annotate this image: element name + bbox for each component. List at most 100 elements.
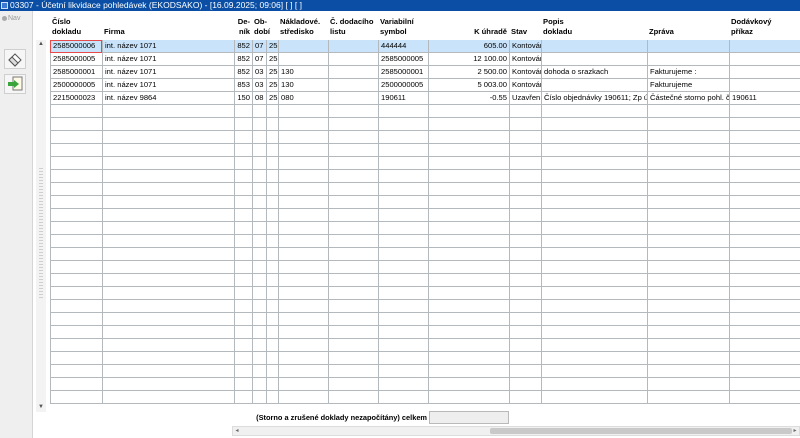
cell-ob[interactable] bbox=[252, 118, 266, 131]
cell-kuhrade[interactable] bbox=[428, 352, 509, 365]
empty-row[interactable] bbox=[50, 222, 800, 235]
cell-yr[interactable] bbox=[266, 300, 278, 313]
cell-naklad[interactable] bbox=[278, 170, 328, 183]
cell-dodavkovy[interactable] bbox=[729, 66, 800, 79]
cell-kuhrade[interactable] bbox=[428, 105, 509, 118]
cell-zprava[interactable] bbox=[647, 326, 729, 339]
cell-popis[interactable] bbox=[541, 157, 647, 170]
cell-ob[interactable] bbox=[252, 352, 266, 365]
cell-firma[interactable] bbox=[102, 209, 234, 222]
cell-popis[interactable] bbox=[541, 222, 647, 235]
cell-popis[interactable] bbox=[541, 196, 647, 209]
cell-kuhrade[interactable]: 5 003.00 bbox=[428, 79, 509, 92]
cell-ob[interactable]: 07 bbox=[252, 53, 266, 66]
cell-yr[interactable] bbox=[266, 118, 278, 131]
cell-cislo[interactable]: 2585000005 bbox=[50, 53, 102, 66]
cell-stav[interactable] bbox=[509, 352, 541, 365]
empty-row[interactable] bbox=[50, 131, 800, 144]
cell-zprava[interactable] bbox=[647, 144, 729, 157]
cell-naklad[interactable] bbox=[278, 300, 328, 313]
cell-firma[interactable] bbox=[102, 339, 234, 352]
cell-ob[interactable] bbox=[252, 235, 266, 248]
cell-denik[interactable] bbox=[234, 248, 252, 261]
cell-firma[interactable]: int. název 9864 bbox=[102, 92, 234, 105]
cell-ob[interactable] bbox=[252, 313, 266, 326]
cell-kuhrade[interactable] bbox=[428, 261, 509, 274]
cell-stav[interactable]: Uzavřen bbox=[509, 92, 541, 105]
cell-dodavkovy[interactable] bbox=[729, 209, 800, 222]
cell-popis[interactable] bbox=[541, 300, 647, 313]
cell-kuhrade[interactable] bbox=[428, 378, 509, 391]
cell-yr[interactable] bbox=[266, 352, 278, 365]
cell-popis[interactable] bbox=[541, 274, 647, 287]
cell-cislo[interactable] bbox=[50, 131, 102, 144]
cell-dodaci[interactable] bbox=[328, 235, 378, 248]
cell-zprava[interactable]: Fakturujeme bbox=[647, 79, 729, 92]
cell-dodaci[interactable] bbox=[328, 339, 378, 352]
cell-yr[interactable] bbox=[266, 274, 278, 287]
cell-yr[interactable]: 25 bbox=[266, 53, 278, 66]
cell-cislo[interactable]: 2500000005 bbox=[50, 79, 102, 92]
cell-firma[interactable] bbox=[102, 391, 234, 404]
cell-zprava[interactable] bbox=[647, 287, 729, 300]
cell-popis[interactable] bbox=[541, 53, 647, 66]
cell-kuhrade[interactable] bbox=[428, 118, 509, 131]
cell-yr[interactable] bbox=[266, 261, 278, 274]
cell-dodavkovy[interactable] bbox=[729, 118, 800, 131]
cell-varsym[interactable] bbox=[378, 326, 428, 339]
cell-dodaci[interactable] bbox=[328, 378, 378, 391]
cell-varsym[interactable] bbox=[378, 183, 428, 196]
cell-cislo[interactable] bbox=[50, 378, 102, 391]
cell-dodavkovy[interactable] bbox=[729, 235, 800, 248]
cell-naklad[interactable] bbox=[278, 274, 328, 287]
empty-row[interactable] bbox=[50, 183, 800, 196]
cell-zprava[interactable] bbox=[647, 53, 729, 66]
cell-denik[interactable] bbox=[234, 196, 252, 209]
cell-dodavkovy[interactable] bbox=[729, 183, 800, 196]
cell-stav[interactable] bbox=[509, 300, 541, 313]
cell-kuhrade[interactable] bbox=[428, 313, 509, 326]
cell-dodavkovy[interactable] bbox=[729, 53, 800, 66]
cell-stav[interactable] bbox=[509, 157, 541, 170]
column-header-varsym[interactable]: Variabilní symbol bbox=[380, 17, 426, 36]
cell-zprava[interactable] bbox=[647, 222, 729, 235]
cell-popis[interactable] bbox=[541, 326, 647, 339]
scroll-grip[interactable] bbox=[39, 168, 43, 298]
cell-dodaci[interactable] bbox=[328, 144, 378, 157]
cell-ob[interactable] bbox=[252, 157, 266, 170]
cell-varsym[interactable] bbox=[378, 105, 428, 118]
cell-zprava[interactable]: Fakturujeme : bbox=[647, 66, 729, 79]
cell-cislo[interactable] bbox=[50, 196, 102, 209]
cell-kuhrade[interactable] bbox=[428, 144, 509, 157]
cell-cislo[interactable]: 2585000001 bbox=[50, 66, 102, 79]
empty-row[interactable] bbox=[50, 248, 800, 261]
cell-dodavkovy[interactable] bbox=[729, 274, 800, 287]
cell-cislo[interactable] bbox=[50, 326, 102, 339]
cell-yr[interactable] bbox=[266, 144, 278, 157]
export-button[interactable] bbox=[4, 74, 26, 94]
cell-kuhrade[interactable]: 12 100.00 bbox=[428, 53, 509, 66]
cell-stav[interactable] bbox=[509, 248, 541, 261]
scroll-thumb[interactable] bbox=[490, 428, 792, 434]
cell-cislo[interactable] bbox=[50, 222, 102, 235]
cell-denik[interactable]: 852 bbox=[234, 40, 252, 53]
cell-stav[interactable] bbox=[509, 326, 541, 339]
cell-dodavkovy[interactable] bbox=[729, 40, 800, 53]
cell-dodaci[interactable] bbox=[328, 131, 378, 144]
cell-varsym[interactable] bbox=[378, 274, 428, 287]
cell-stav[interactable] bbox=[509, 144, 541, 157]
cell-kuhrade[interactable] bbox=[428, 287, 509, 300]
cell-denik[interactable] bbox=[234, 131, 252, 144]
cell-denik[interactable]: 852 bbox=[234, 66, 252, 79]
cell-denik[interactable] bbox=[234, 118, 252, 131]
cell-denik[interactable] bbox=[234, 209, 252, 222]
empty-row[interactable] bbox=[50, 105, 800, 118]
cell-stav[interactable] bbox=[509, 287, 541, 300]
cell-stav[interactable] bbox=[509, 274, 541, 287]
cell-naklad[interactable] bbox=[278, 287, 328, 300]
cell-denik[interactable]: 852 bbox=[234, 53, 252, 66]
cell-popis[interactable] bbox=[541, 170, 647, 183]
empty-row[interactable] bbox=[50, 261, 800, 274]
cell-dodaci[interactable] bbox=[328, 40, 378, 53]
cell-dodavkovy[interactable] bbox=[729, 339, 800, 352]
